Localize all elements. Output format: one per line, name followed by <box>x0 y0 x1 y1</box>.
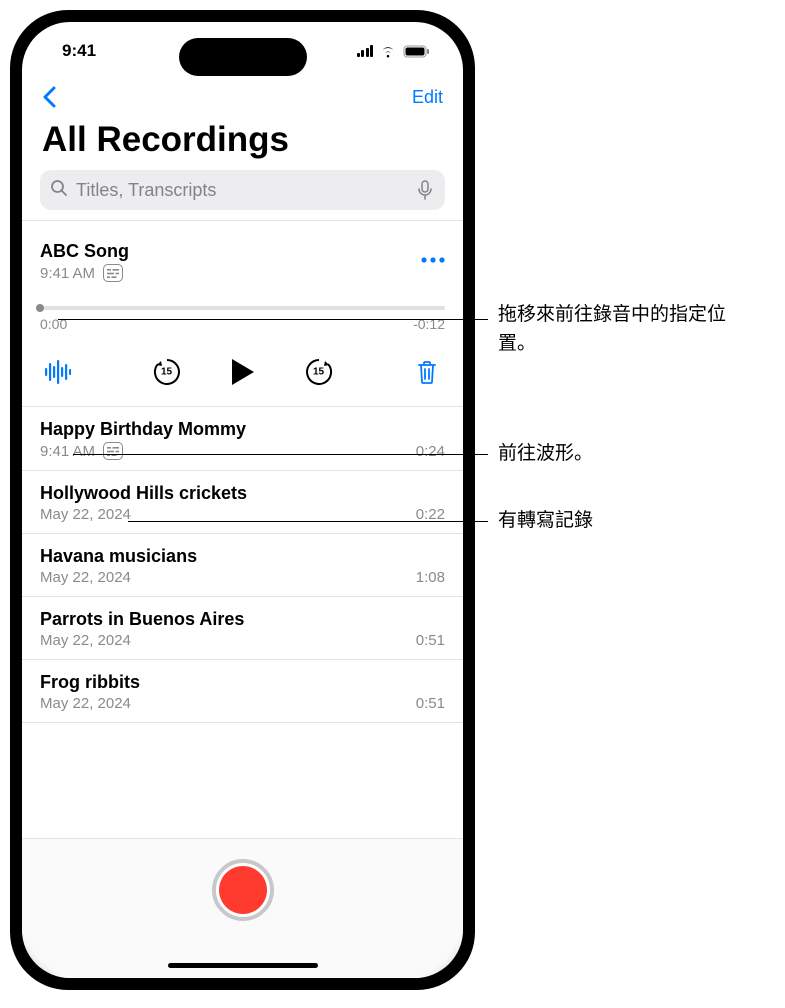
phone-frame: 9:41 Edit All Recordings <box>10 10 475 990</box>
recording-item[interactable]: Hollywood Hills crickets May 22, 2024 0:… <box>22 471 463 534</box>
recording-subtitle: 9:41 AM <box>40 443 95 460</box>
skip-forward-15-button[interactable]: 15 <box>301 354 337 390</box>
play-button[interactable] <box>225 354 261 390</box>
microphone-icon[interactable] <box>415 180 435 200</box>
recording-item[interactable]: Parrots in Buenos Aires May 22, 2024 0:5… <box>22 597 463 660</box>
skip-back-label: 15 <box>161 367 172 378</box>
cellular-signal-icon <box>357 45 374 57</box>
callout-transcript: 有轉寫記錄 <box>498 507 593 536</box>
recording-title: ABC Song <box>40 241 129 262</box>
recording-subtitle: May 22, 2024 <box>40 695 131 712</box>
search-icon <box>50 179 68 202</box>
phone-screen: 9:41 Edit All Recordings <box>22 22 463 978</box>
recording-duration: 0:51 <box>416 632 445 649</box>
recording-subtitle: May 22, 2024 <box>40 506 131 523</box>
recording-duration: 0:24 <box>416 443 445 460</box>
edit-button[interactable]: Edit <box>412 87 443 108</box>
skip-back-15-button[interactable]: 15 <box>149 354 185 390</box>
recording-item[interactable]: Havana musicians May 22, 2024 1:08 <box>22 534 463 597</box>
recording-title: Havana musicians <box>40 546 197 567</box>
recording-subtitle: May 22, 2024 <box>40 632 131 649</box>
back-button[interactable] <box>34 82 64 112</box>
status-time: 9:41 <box>62 41 96 61</box>
recording-subtitle: May 22, 2024 <box>40 569 131 586</box>
record-button[interactable] <box>212 859 274 921</box>
nav-bar: Edit <box>22 80 463 120</box>
recording-item[interactable]: Frog ribbits May 22, 2024 0:51 <box>22 660 463 723</box>
search-bar[interactable]: Titles, Transcripts <box>40 170 445 210</box>
callout-scrubber: 拖移來前往錄音中的指定位置。 <box>498 301 738 358</box>
wifi-icon <box>379 45 397 58</box>
playback-scrubber[interactable] <box>40 306 445 310</box>
player-controls: 15 15 <box>40 354 445 396</box>
status-right <box>357 45 432 58</box>
transcript-icon <box>103 264 123 282</box>
dynamic-island <box>179 38 307 76</box>
recording-item-expanded: ABC Song 9:41 AM <box>22 229 463 407</box>
more-options-button[interactable] <box>421 241 445 269</box>
skip-forward-label: 15 <box>313 367 324 378</box>
bottom-toolbar <box>22 838 463 978</box>
recording-duration: 1:08 <box>416 569 445 586</box>
recording-title: Happy Birthday Mommy <box>40 419 246 440</box>
callout-line <box>58 319 488 320</box>
callout-line <box>73 454 488 455</box>
home-indicator[interactable] <box>168 963 318 968</box>
recording-title: Hollywood Hills crickets <box>40 483 247 504</box>
battery-icon <box>403 45 431 58</box>
search-placeholder: Titles, Transcripts <box>76 180 407 201</box>
transcript-icon <box>103 442 123 460</box>
scrubber-thumb[interactable] <box>36 304 44 312</box>
recording-title: Frog ribbits <box>40 672 140 693</box>
callout-waveform: 前往波形。 <box>498 440 593 469</box>
recording-subtitle: 9:41 AM <box>40 265 95 282</box>
delete-button[interactable] <box>409 354 445 390</box>
page-title: All Recordings <box>22 120 463 170</box>
recording-item[interactable]: Happy Birthday Mommy 9:41 AM 0:24 <box>22 407 463 471</box>
callout-line <box>128 521 488 522</box>
recording-title: Parrots in Buenos Aires <box>40 609 244 630</box>
record-button-inner <box>219 866 267 914</box>
recording-duration: 0:51 <box>416 695 445 712</box>
waveform-button[interactable] <box>40 354 76 390</box>
